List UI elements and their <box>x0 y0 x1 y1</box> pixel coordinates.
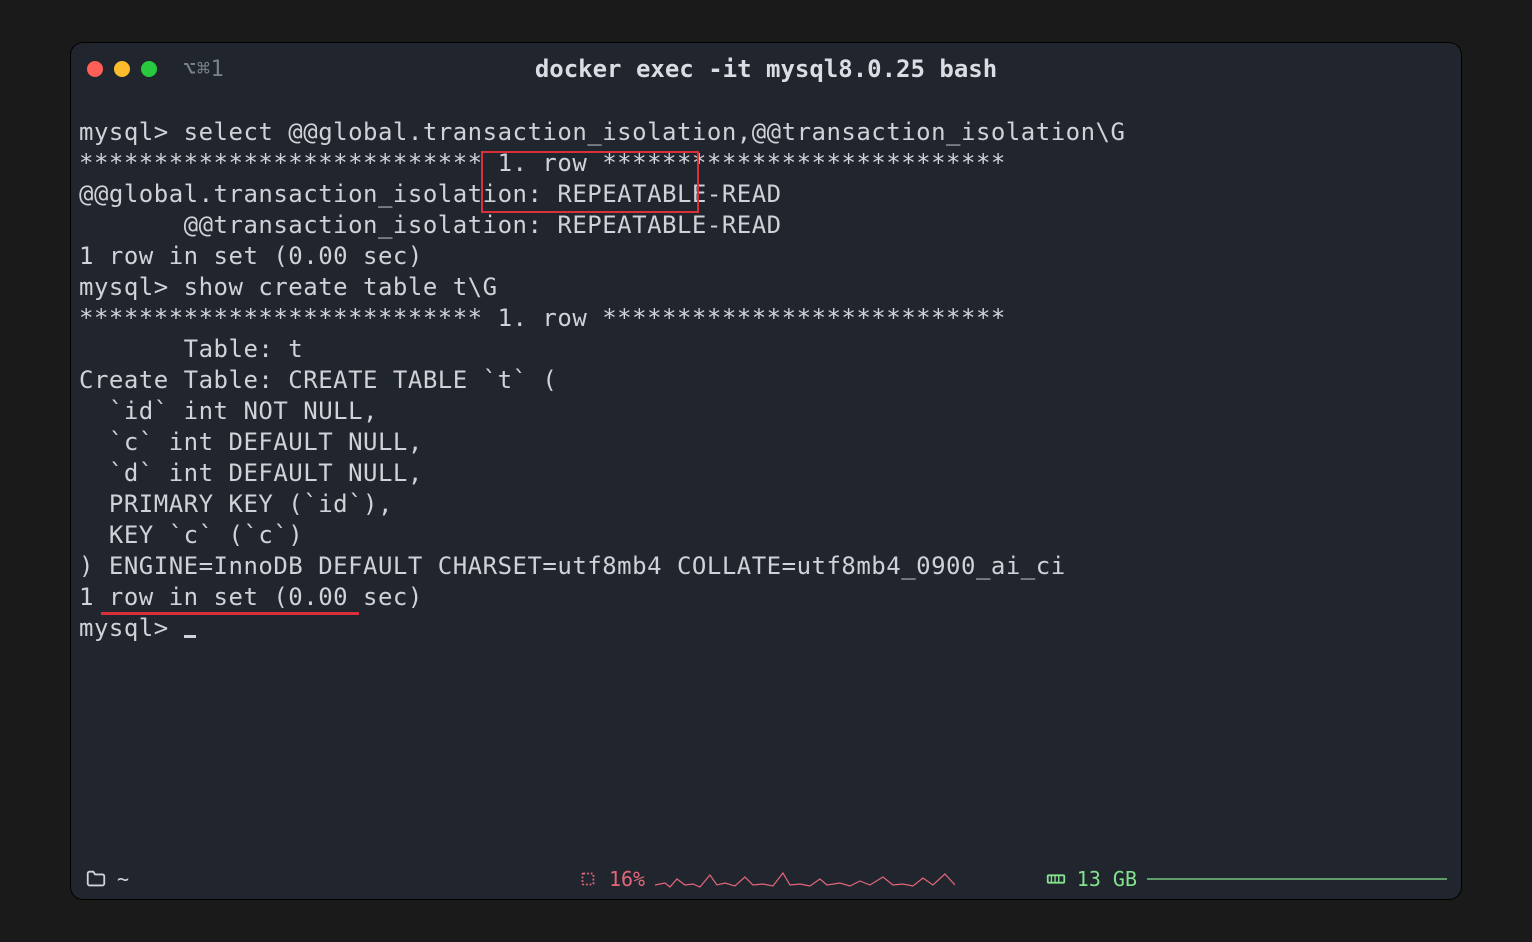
statusbar: ~ 16% 13 GB <box>71 859 1461 899</box>
terminal-body[interactable]: mysql> select @@global.transaction_isola… <box>71 95 1461 859</box>
terminal-line: *************************** 1. row *****… <box>79 303 1453 334</box>
terminal-line: `d` int DEFAULT NULL, <box>79 458 1453 489</box>
terminal-line: 1 row in set (0.00 sec) <box>79 241 1453 272</box>
ram-sparkline <box>1147 867 1447 891</box>
cursor <box>184 635 196 638</box>
titlebar: ⌥⌘1 docker exec -it mysql8.0.25 bash <box>71 43 1461 95</box>
terminal-line: 1 row in set (0.00 sec) <box>79 582 1453 613</box>
terminal-line: @@global.transaction_isolation: REPEATAB… <box>79 179 1453 210</box>
terminal-line: @@transaction_isolation: REPEATABLE-READ <box>79 210 1453 241</box>
close-icon[interactable] <box>87 61 103 77</box>
terminal-line: `c` int DEFAULT NULL, <box>79 427 1453 458</box>
terminal-line: KEY `c` (`c`) <box>79 520 1453 551</box>
folder-icon <box>85 868 107 890</box>
window-title: docker exec -it mysql8.0.25 bash <box>71 55 1461 83</box>
cwd-label: ~ <box>117 867 129 891</box>
terminal-line: `id` int NOT NULL, <box>79 396 1453 427</box>
status-ram: 13 GB <box>1045 867 1447 891</box>
terminal-line: Create Table: CREATE TABLE `t` ( <box>79 365 1453 396</box>
cpu-percent-label: 16% <box>609 867 645 891</box>
terminal-line: mysql> select @@global.transaction_isola… <box>79 117 1453 148</box>
terminal-line: PRIMARY KEY (`id`), <box>79 489 1453 520</box>
terminal-line: *************************** 1. row *****… <box>79 148 1453 179</box>
terminal-line: ) ENGINE=InnoDB DEFAULT CHARSET=utf8mb4 … <box>79 551 1453 582</box>
terminal-line: mysql> <box>79 613 1453 644</box>
cpu-sparkline <box>655 867 955 891</box>
ram-icon <box>1045 868 1067 890</box>
terminal-line: Table: t <box>79 334 1453 365</box>
terminal-window: ⌥⌘1 docker exec -it mysql8.0.25 bash mys… <box>71 43 1461 899</box>
window-controls <box>87 61 157 77</box>
tab-indicator: ⌥⌘1 <box>183 57 224 82</box>
maximize-icon[interactable] <box>141 61 157 77</box>
terminal-line: mysql> show create table t\G <box>79 272 1453 303</box>
status-cwd: ~ <box>85 867 129 891</box>
ram-label: 13 GB <box>1077 867 1137 891</box>
cpu-icon <box>577 868 599 890</box>
minimize-icon[interactable] <box>114 61 130 77</box>
status-cpu: 16% <box>577 867 955 891</box>
